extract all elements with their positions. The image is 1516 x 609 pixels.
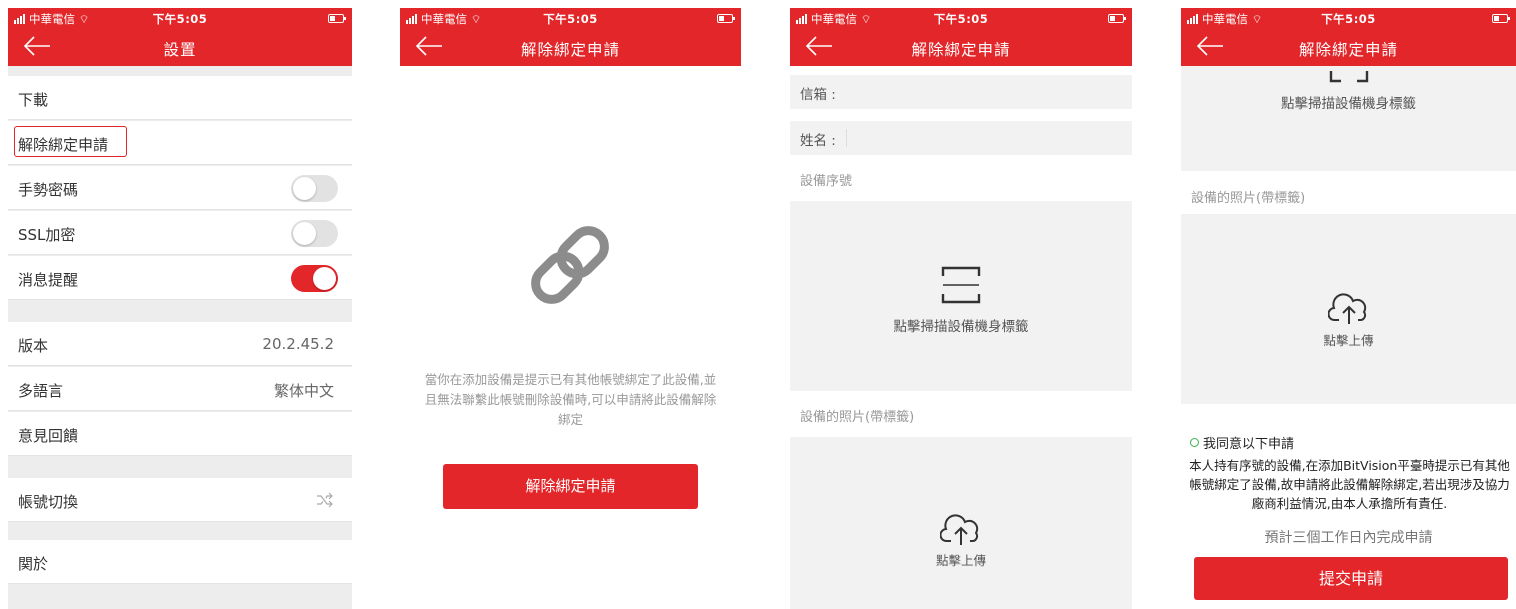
photo-section-label: 設備的照片(帶標籤)	[1191, 191, 1306, 206]
unbind-request-button[interactable]: 解除綁定申請	[443, 464, 698, 509]
name-field[interactable]: 姓名 :	[790, 121, 1132, 155]
link-icon	[531, 226, 609, 304]
page-title: 解除綁定申請	[911, 41, 1011, 59]
settings-item-download[interactable]: 下載	[8, 76, 352, 120]
upload-label: 點擊上傳	[935, 553, 986, 568]
nav-bar: 中華電信 ⌔ 下午5:05 解除綁定申請	[1181, 8, 1516, 66]
email-label: 信箱 :	[800, 87, 836, 103]
notification-toggle[interactable]	[291, 265, 338, 292]
page-title: 解除綁定申請	[1298, 41, 1398, 59]
agree-checkbox[interactable]: 我同意以下申請	[1190, 433, 1294, 452]
settings-item-ssl: SSL加密	[8, 211, 352, 255]
settings-item-feedback[interactable]: 意見回饋	[8, 412, 352, 456]
clock: 下午5:05	[543, 12, 598, 26]
scan-label: 點擊掃描設備機身標籤	[893, 319, 1029, 335]
settings-item-notification: 消息提醒	[8, 256, 352, 300]
clock: 下午5:05	[152, 12, 208, 26]
upload-label: 點擊上傳	[1323, 333, 1374, 348]
scan-label-area[interactable]: 點擊掃描設備機身標籤	[1181, 66, 1516, 171]
settings-item-unbind-request[interactable]: 解除綁定申請	[8, 121, 352, 165]
page-title: 解除綁定申請	[520, 41, 620, 59]
terms-text: 本人持有序號的設備,在添加BitVision平臺時提示已有其他帳號綁定了設備,故…	[1189, 458, 1510, 511]
settings-item-about[interactable]: 関於	[8, 540, 352, 584]
eta-text: 預計三個工作日內完成申請	[1264, 530, 1433, 546]
photo-upload-area[interactable]: 點擊上傳	[790, 437, 1132, 609]
status-bar: 中華電信 ⌔ 下午5:05	[8, 10, 352, 28]
name-label: 姓名 :	[800, 133, 836, 149]
unbind-form-screen: 中華電信 ⌔ 下午5:05 解除綁定申請 信箱 : 姓名 : 設備序號 點擊掃描…	[790, 8, 1132, 609]
settings-item-gesture-password: 手勢密碼	[8, 166, 352, 210]
unbind-intro-screen: 中華電信 ⌔ 下午5:05 解除綁定申請 當你在添加設備是提示已有其他帳號綁定了…	[400, 8, 741, 609]
scan-label: 點擊掃描設備機身標籤	[1281, 96, 1416, 112]
language-value: 繁体中文	[273, 382, 334, 400]
status-bar: 中華電信 ⌔ 下午5:05	[790, 10, 1132, 28]
nav-bar: 中華電信 ⌔ 下午5:05 解除綁定申請	[790, 8, 1132, 66]
page-title: 設置	[163, 41, 197, 59]
photo-upload-area[interactable]: 點擊上傳	[1181, 214, 1516, 404]
status-bar: 中華電信 ⌔ 下午5:05	[400, 10, 741, 28]
clock: 下午5:05	[1321, 12, 1376, 26]
cloud-upload-icon	[1328, 293, 1367, 324]
serial-section-label: 設備序號	[800, 174, 853, 189]
scan-icon	[1329, 71, 1369, 83]
battery-icon	[1492, 14, 1510, 23]
version-value: 20.2.45.2	[262, 335, 334, 353]
unbind-description: 當你在添加設備是提示已有其他帳號綁定了此設備,並且無法聯繫此帳號刪除設備時,可以…	[424, 372, 717, 427]
battery-icon	[328, 14, 346, 23]
ssl-toggle[interactable]	[291, 220, 338, 247]
clock: 下午5:05	[933, 12, 989, 26]
unbind-form-bottom-screen: 中華電信 ⌔ 下午5:05 解除綁定申請 點擊掃描設備機身標籤 設備的照片(帶標…	[1181, 8, 1516, 609]
settings-item-version: 版本 20.2.45.2	[8, 322, 352, 366]
scan-icon	[941, 266, 981, 304]
cloud-upload-icon	[940, 514, 979, 545]
nav-bar: 中華電信 ⌔ 下午5:05 解除綁定申請	[400, 8, 741, 66]
shuffle-icon	[317, 492, 333, 508]
status-bar: 中華電信 ⌔ 下午5:05	[1181, 10, 1516, 28]
battery-icon	[717, 14, 735, 23]
gesture-password-toggle[interactable]	[291, 175, 338, 202]
nav-bar: 中華電信 ⌔ 下午5:05 設置	[8, 8, 352, 66]
email-field[interactable]: 信箱 :	[790, 75, 1132, 109]
settings-item-language[interactable]: 多語言 繁体中文	[8, 367, 352, 411]
battery-icon	[1108, 14, 1126, 23]
scan-label-area[interactable]: 點擊掃描設備機身標籤	[790, 201, 1132, 391]
agree-label: 我同意以下申請	[1203, 437, 1295, 452]
settings-screen: 中華電信 ⌔ 下午5:05 設置 下載 解除綁定申請 手勢密碼 SSL加密 消息…	[8, 8, 352, 609]
photo-section-label: 設備的照片(帶標籤)	[800, 410, 915, 425]
settings-item-switch-account[interactable]: 帳號切換	[8, 478, 352, 522]
submit-button[interactable]: 提交申請	[1194, 557, 1508, 600]
agree-radio-icon[interactable]	[1190, 438, 1199, 447]
